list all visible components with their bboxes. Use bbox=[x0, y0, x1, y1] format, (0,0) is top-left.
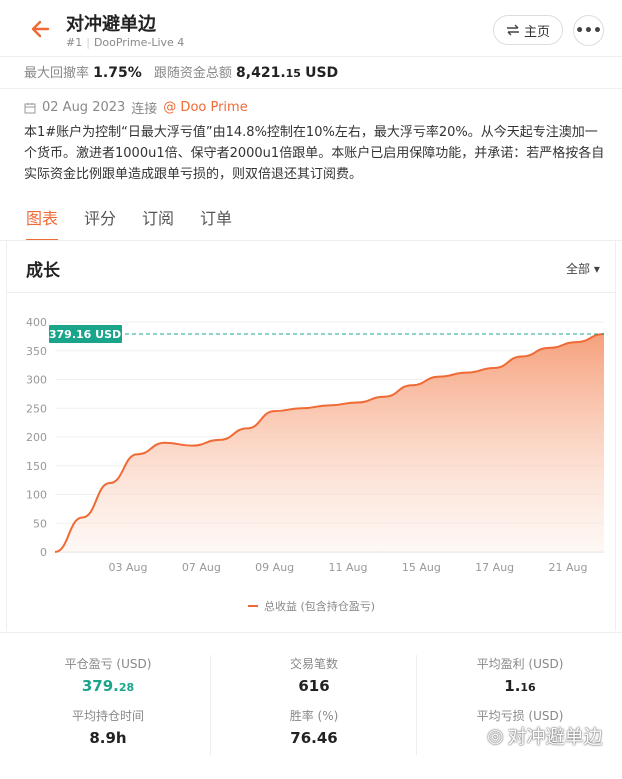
watermark: ◎ 对冲避单边 bbox=[487, 722, 603, 749]
y-tick-label: 200 bbox=[26, 431, 47, 444]
win-rate-label: 胜率 (%) bbox=[289, 709, 339, 723]
y-tick-label: 150 bbox=[26, 460, 47, 473]
legend-line-icon bbox=[248, 605, 258, 607]
y-tick-label: 0 bbox=[40, 546, 47, 559]
metrics-separator bbox=[416, 655, 417, 755]
current-value-label: 379.16 USD bbox=[49, 328, 121, 341]
floating-pl-metric: 平仓盈亏 (USD) 379.28 bbox=[18, 655, 198, 695]
x-tick-label: 03 Aug bbox=[109, 561, 148, 574]
y-tick-label: 350 bbox=[26, 345, 47, 358]
y-tick-label: 300 bbox=[26, 374, 47, 387]
x-tick-label: 11 Aug bbox=[329, 561, 368, 574]
avg-profit-value: 1.16 bbox=[430, 677, 610, 695]
x-tick-label: 21 Aug bbox=[549, 561, 588, 574]
floating-pl-dec: 28 bbox=[118, 681, 135, 694]
trades-value: 616 bbox=[298, 677, 330, 695]
y-tick-label: 100 bbox=[26, 489, 47, 502]
y-tick-label: 250 bbox=[26, 402, 47, 415]
metrics-divider bbox=[0, 632, 622, 633]
chart-legend[interactable]: 总收益 (包含持仓盈亏) bbox=[248, 598, 375, 614]
y-tick-label: 400 bbox=[26, 316, 47, 329]
avg-hold-label: 平均持仓时间 bbox=[71, 709, 144, 723]
growth-chart: 0 50 100 150 200 250 300 350 400 03 Aug 07 Aug 09 A… bbox=[26, 316, 605, 574]
avg-profit-int: 1. bbox=[504, 677, 521, 695]
y-tick-label: 50 bbox=[33, 517, 47, 530]
floating-pl-label: 平仓盈亏 (USD) bbox=[64, 657, 152, 671]
floating-pl-int: 379. bbox=[81, 677, 119, 695]
avg-profit-metric: 平均盈利 (USD) 1.16 bbox=[430, 655, 610, 695]
legend-label: 总收益 (包含持仓盈亏) bbox=[264, 600, 376, 613]
metrics-separator bbox=[210, 655, 211, 755]
x-tick-label: 09 Aug bbox=[255, 561, 294, 574]
watermark-text: 对冲避单边 bbox=[507, 726, 603, 748]
avg-hold-metric: 平均持仓时间 8.9h bbox=[18, 707, 198, 747]
series-area bbox=[55, 333, 604, 552]
avg-profit-label: 平均盈利 (USD) bbox=[476, 657, 564, 671]
avg-profit-dec: 16 bbox=[520, 681, 536, 694]
win-rate-metric: 胜率 (%) 76.46 bbox=[224, 707, 404, 747]
x-tick-label: 07 Aug bbox=[182, 561, 221, 574]
trades-label: 交易笔数 bbox=[289, 657, 338, 671]
avg-hold-value: 8.9h bbox=[89, 729, 127, 747]
floating-pl-value: 379.28 bbox=[18, 677, 198, 695]
win-rate-value: 76.46 bbox=[290, 729, 338, 747]
trades-metric: 交易笔数 616 bbox=[224, 655, 404, 695]
wechat-icon: ◎ bbox=[487, 724, 504, 747]
x-tick-label: 15 Aug bbox=[402, 561, 441, 574]
x-tick-label: 17 Aug bbox=[475, 561, 514, 574]
